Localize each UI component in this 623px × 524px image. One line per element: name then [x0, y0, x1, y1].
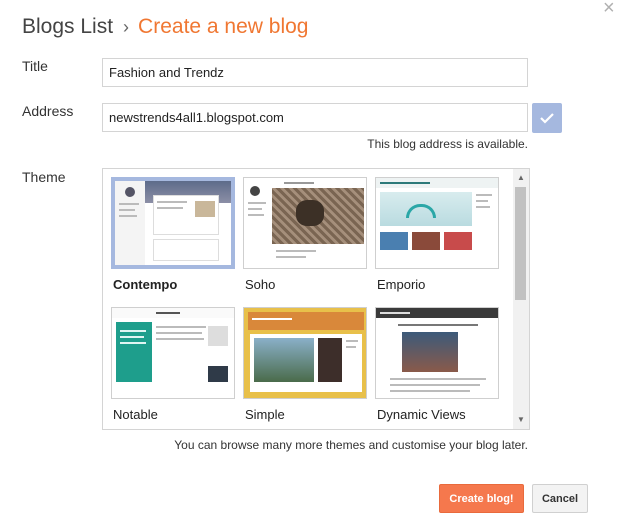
theme-contempo-preview — [111, 177, 235, 269]
address-label: Address — [22, 103, 74, 119]
theme-contempo[interactable]: Contempo — [111, 177, 235, 292]
title-input[interactable] — [102, 58, 528, 87]
theme-soho[interactable]: Soho — [243, 177, 367, 292]
create-blog-button[interactable]: Create blog! — [439, 484, 524, 513]
theme-name: Simple — [245, 407, 285, 422]
close-icon[interactable]: × — [603, 0, 615, 18]
scroll-down-icon[interactable]: ▼ — [513, 413, 529, 427]
theme-scrollbar[interactable]: ▲ ▼ — [513, 169, 529, 429]
breadcrumb-blogs-list[interactable]: Blogs List — [22, 15, 113, 39]
theme-name: Emporio — [377, 277, 426, 292]
theme-emporio[interactable]: Emporio — [375, 177, 499, 292]
scrollbar-thumb[interactable] — [515, 187, 526, 300]
scroll-up-icon[interactable]: ▲ — [513, 171, 529, 185]
theme-notable-preview — [111, 307, 235, 399]
theme-picker: Contempo Soho Emporio Notable Simple Dyn… — [102, 168, 530, 430]
theme-name: Notable — [113, 407, 158, 422]
breadcrumb: Blogs List › Create a new blog — [22, 12, 309, 42]
theme-dynamic-views-preview — [375, 307, 499, 399]
breadcrumb-separator: › — [123, 16, 130, 37]
theme-simple[interactable]: Simple — [243, 307, 367, 422]
checkmark-icon — [540, 113, 554, 124]
theme-label: Theme — [22, 169, 66, 185]
theme-simple-preview — [243, 307, 367, 399]
theme-dynamic-views[interactable]: Dynamic Views — [375, 307, 499, 422]
address-status: This blog address is available. — [367, 137, 528, 151]
page-title: Create a new blog — [138, 15, 309, 38]
theme-name: Soho — [245, 277, 276, 292]
cancel-button[interactable]: Cancel — [532, 484, 588, 513]
theme-emporio-preview — [375, 177, 499, 269]
address-check-button[interactable] — [532, 103, 562, 133]
theme-soho-preview — [243, 177, 367, 269]
browse-themes-note: You can browse many more themes and cust… — [174, 438, 528, 452]
theme-name: Contempo — [113, 277, 178, 292]
address-input[interactable] — [102, 103, 528, 132]
title-label: Title — [22, 58, 48, 74]
theme-notable[interactable]: Notable — [111, 307, 235, 422]
theme-name: Dynamic Views — [377, 407, 466, 422]
